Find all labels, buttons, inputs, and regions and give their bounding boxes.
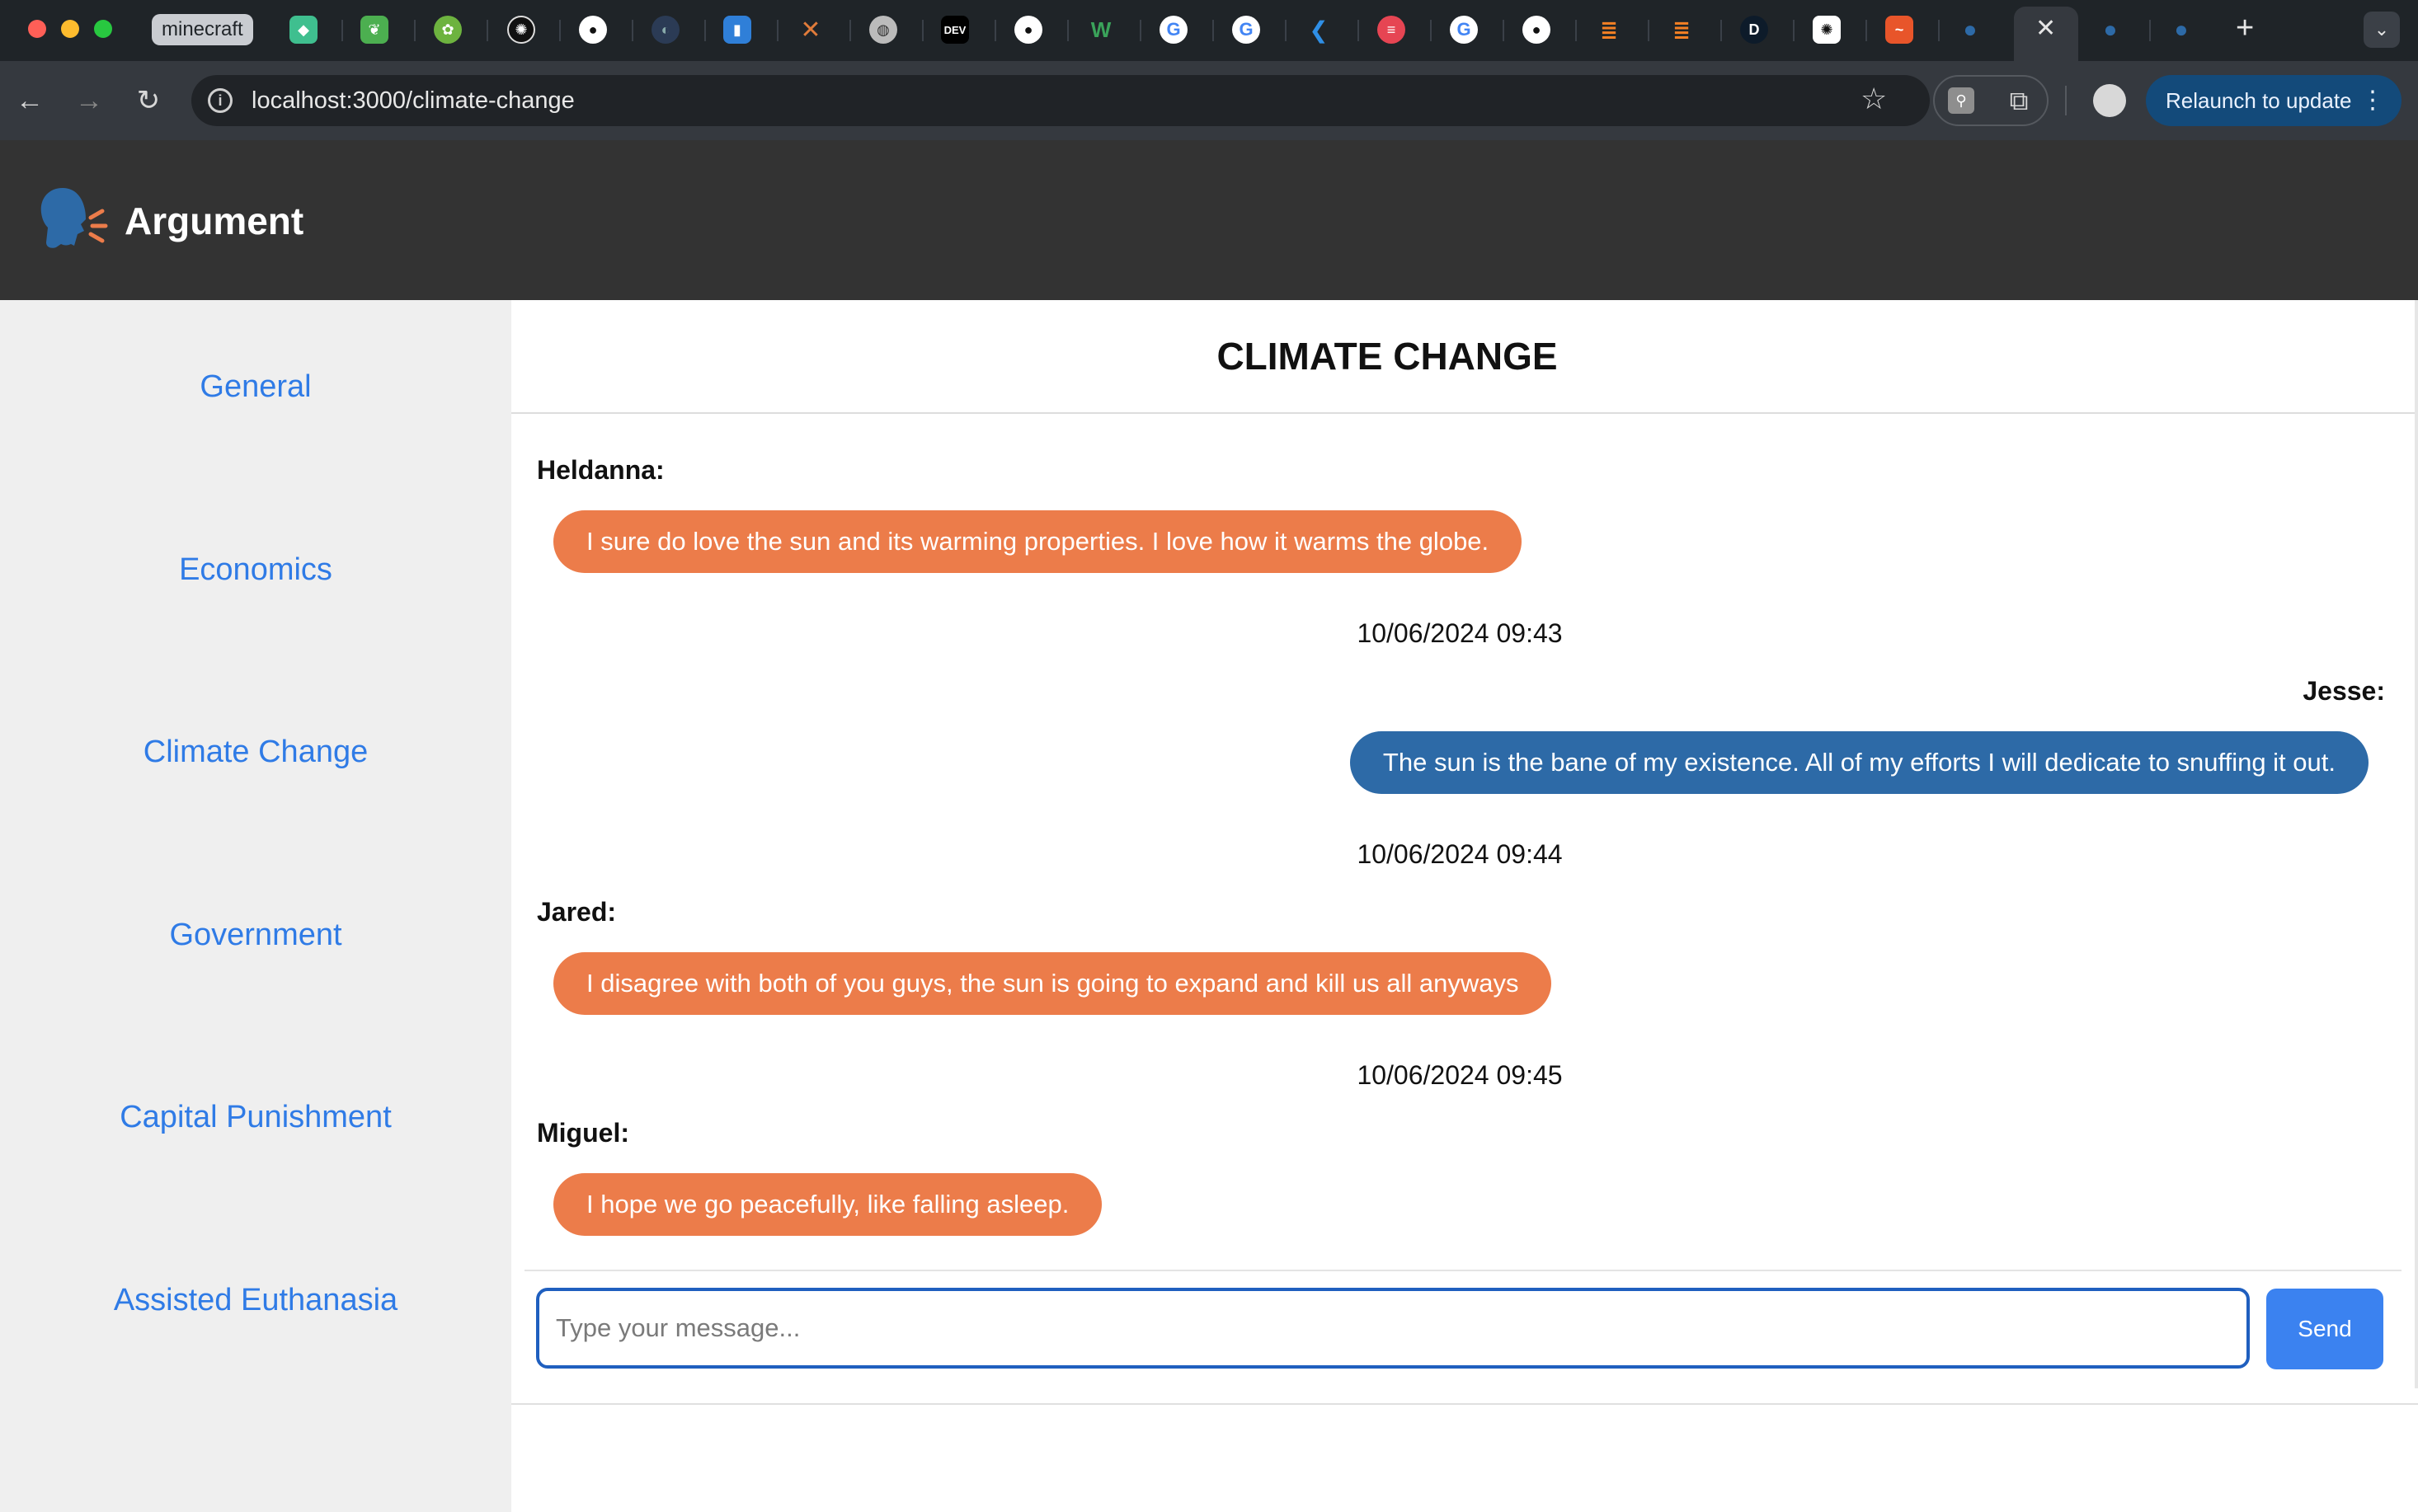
speaking-head-icon <box>40 188 108 248</box>
message-author: Miguel: <box>537 1118 629 1148</box>
tab-separator <box>1430 20 1432 41</box>
back-arrow-icon[interactable]: ← <box>12 82 48 119</box>
argument-icon[interactable]: ● <box>2096 16 2124 44</box>
tab-separator <box>1720 20 1722 41</box>
d-icon[interactable]: D <box>1740 16 1768 44</box>
window-zoom-button[interactable] <box>94 20 112 38</box>
red-circle-icon[interactable]: ≡ <box>1377 16 1405 44</box>
composer-divider <box>525 1270 2402 1271</box>
relaunch-label: Relaunch to update <box>2166 88 2352 113</box>
dark-globe-icon[interactable]: ◐ <box>652 16 680 44</box>
send-button[interactable]: Send <box>2266 1289 2383 1369</box>
tab-search-chevron-icon[interactable]: ⌄ <box>2364 12 2400 48</box>
n-orange-icon[interactable]: ~ <box>1885 16 1913 44</box>
profile-avatar[interactable] <box>2093 84 2126 117</box>
openai-icon[interactable]: ✺ <box>507 16 535 44</box>
sidebar-item-government[interactable]: Government <box>0 914 511 956</box>
github-icon[interactable]: ● <box>579 16 607 44</box>
bookmark-star-icon[interactable]: ☆ <box>1861 81 1887 117</box>
w-icon[interactable]: W <box>1087 16 1115 44</box>
message-bubble: I disagree with both of you guys, the su… <box>553 952 1552 1015</box>
message-timestamp: 10/06/2024 09:45 <box>1357 1060 1563 1090</box>
site-info-icon[interactable]: i <box>208 88 233 113</box>
openai-icon[interactable]: ✺ <box>1813 16 1841 44</box>
google-icon[interactable]: G <box>1160 16 1188 44</box>
tab-separator <box>1357 20 1359 41</box>
tab-separator <box>704 20 706 41</box>
tab-separator <box>1938 20 1940 41</box>
message-timestamp: 10/06/2024 09:44 <box>1357 839 1563 869</box>
sidebar-item-climate-change[interactable]: Climate Change <box>0 731 511 772</box>
tab-separator <box>487 20 488 41</box>
tab-separator <box>1285 20 1287 41</box>
google-icon[interactable]: G <box>1450 16 1478 44</box>
reload-icon[interactable]: ↻ <box>130 82 167 119</box>
tab-separator <box>2149 20 2151 41</box>
tab-separator <box>1648 20 1649 41</box>
chat-panel-border <box>2415 300 2418 1388</box>
tab-separator <box>559 20 561 41</box>
stackoverflow-icon[interactable]: ≣ <box>1595 16 1623 44</box>
argument-icon[interactable]: ● <box>1956 16 1984 44</box>
tab-separator <box>1212 20 1214 41</box>
app-header <box>0 140 2418 300</box>
app-title[interactable]: Argument <box>125 196 303 246</box>
window-minimize-button[interactable] <box>61 20 79 38</box>
sidebar <box>0 300 511 1512</box>
tab-separator <box>1575 20 1577 41</box>
message-bubble: The sun is the bane of my existence. All… <box>1349 731 2369 794</box>
bucket-icon[interactable]: ▮ <box>723 16 751 44</box>
tab-separator <box>1793 20 1795 41</box>
relaunch-button[interactable]: Relaunch to update ⋮ <box>2146 75 2402 126</box>
message-bubble: I sure do love the sun and its warming p… <box>553 510 1522 573</box>
message-author: Jared: <box>537 897 617 927</box>
tab-separator <box>777 20 779 41</box>
sidebar-item-general[interactable]: General <box>0 366 511 407</box>
message-author: Heldanna: <box>537 455 665 485</box>
extension-icon[interactable]: ⚲ <box>1948 87 1974 114</box>
tab-separator <box>341 20 343 41</box>
tab-separator <box>1067 20 1069 41</box>
message-bubble: I hope we go peacefully, like falling as… <box>553 1173 1103 1236</box>
argument-icon[interactable]: ● <box>2167 16 2195 44</box>
message-author: Jesse: <box>2303 676 2385 706</box>
composer-bottom-border <box>511 1403 2418 1405</box>
globe-icon[interactable]: ◍ <box>869 16 897 44</box>
forward-arrow-icon[interactable]: → <box>71 82 107 119</box>
message-input[interactable] <box>536 1288 2250 1369</box>
puzzle-icon[interactable]: ⧉ <box>2002 84 2035 117</box>
vscode-icon[interactable]: ❮ <box>1305 16 1333 44</box>
x-orange-icon[interactable]: ✕ <box>797 16 825 44</box>
message-timestamp: 10/06/2024 09:43 <box>1357 618 1563 648</box>
tab-title[interactable]: minecraft <box>152 14 253 45</box>
tab-separator <box>922 20 924 41</box>
spring-icon[interactable]: ✿ <box>434 16 462 44</box>
tab-close-icon[interactable]: ✕ <box>2035 15 2056 43</box>
tab-separator <box>849 20 851 41</box>
sketch-icon[interactable]: ◆ <box>289 16 318 44</box>
github-icon[interactable]: ● <box>1014 16 1042 44</box>
sidebar-item-capital-punishment[interactable]: Capital Punishment <box>0 1096 511 1138</box>
tab-separator <box>1140 20 1141 41</box>
google-icon[interactable]: G <box>1232 16 1260 44</box>
toolbar-divider <box>2065 86 2067 115</box>
dev-icon[interactable]: DEV <box>941 16 969 44</box>
sidebar-item-assisted-euthanasia[interactable]: Assisted Euthanasia <box>0 1280 511 1321</box>
leaf-icon[interactable]: ❦ <box>360 16 388 44</box>
new-tab-icon[interactable]: + <box>2236 12 2254 45</box>
tab-separator <box>632 20 633 41</box>
stackoverflow-icon[interactable]: ≣ <box>1668 16 1696 44</box>
tab-separator <box>995 20 996 41</box>
sidebar-item-economics[interactable]: Economics <box>0 549 511 590</box>
url-text[interactable]: localhost:3000/climate-change <box>252 86 575 115</box>
tab-separator <box>1865 20 1867 41</box>
page-title: CLIMATE CHANGE <box>1216 335 1558 378</box>
tab-separator <box>1503 20 1504 41</box>
window-close-button[interactable] <box>28 20 46 38</box>
github-icon[interactable]: ● <box>1522 16 1550 44</box>
tab-separator <box>414 20 416 41</box>
more-vert-icon[interactable]: ⋮ <box>2360 75 2385 126</box>
